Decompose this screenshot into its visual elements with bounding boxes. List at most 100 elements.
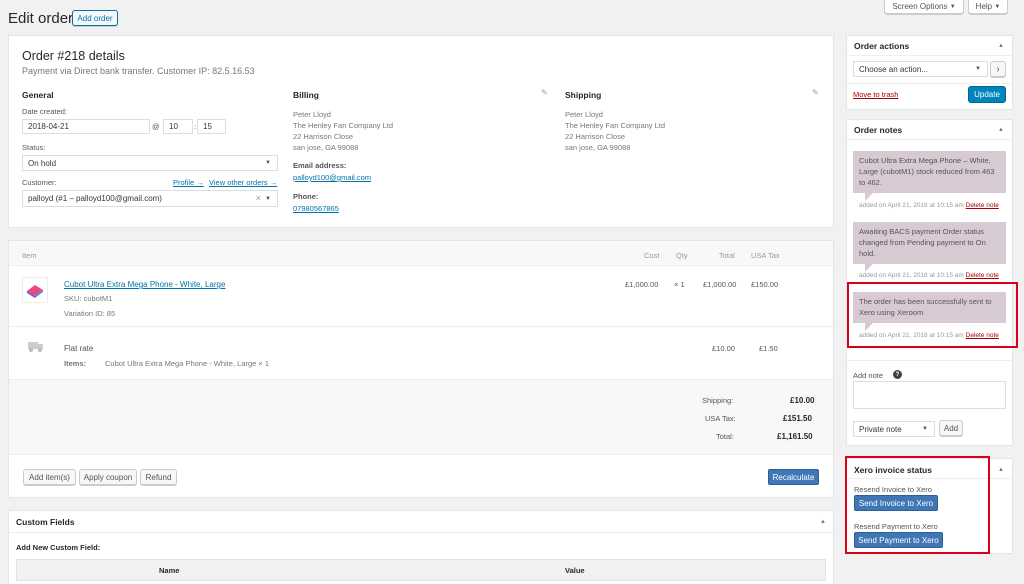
- note-tail: [865, 264, 873, 272]
- status-select[interactable]: On hold ▼: [22, 155, 278, 171]
- shipping-line: The Henley Fan Company Ltd: [565, 121, 666, 130]
- add-note-button[interactable]: Add: [939, 420, 963, 436]
- col-cost: Cost: [644, 251, 660, 260]
- custom-fields-table-header: [16, 559, 826, 581]
- edit-billing-pencil-icon[interactable]: ✎: [541, 88, 548, 97]
- add-items-button[interactable]: Add item(s): [23, 469, 76, 485]
- add-note-label: Add note: [853, 371, 884, 380]
- product-thumbnail[interactable]: [22, 277, 48, 303]
- apply-action-button[interactable]: ›: [990, 61, 1006, 77]
- minute-input[interactable]: 15: [197, 119, 226, 134]
- product-variation: Variation ID: 85: [64, 309, 116, 318]
- product-qty: × 1: [674, 280, 685, 289]
- billing-line: The Henley Fan Company Ltd: [293, 121, 394, 130]
- col-name: Name: [159, 566, 180, 575]
- totals-total-value: £1,161.50: [777, 432, 813, 441]
- minute-value: 15: [203, 122, 212, 131]
- status-label: Status:: [22, 143, 46, 152]
- date-created-input[interactable]: 2018-04-21: [22, 119, 150, 134]
- add-custom-field-label: Add New Custom Field:: [16, 543, 101, 552]
- product-cost: £1,000.00: [625, 280, 659, 289]
- move-to-trash-link[interactable]: Move to trash: [853, 90, 898, 99]
- shipping-method-name: Flat rate: [64, 344, 94, 353]
- add-order-button[interactable]: Add order: [72, 10, 118, 26]
- order-note: Awaiting BACS payment Order status chang…: [853, 222, 1006, 264]
- truck-icon: [28, 341, 44, 352]
- totals-shipping-value: £10.00: [790, 396, 815, 405]
- caret-down-icon: ▼: [265, 195, 271, 202]
- panel-divider: [9, 532, 833, 533]
- delete-note-link[interactable]: Delete note: [966, 272, 999, 279]
- panel-divider: [847, 139, 1012, 140]
- order-action-value: Choose an action...: [859, 64, 928, 74]
- edit-shipping-pencil-icon[interactable]: ✎: [812, 88, 819, 97]
- note-tail: [865, 193, 873, 201]
- refund-button[interactable]: Refund: [140, 469, 177, 485]
- caret-down-icon: ▼: [975, 66, 981, 72]
- date-created-label: Date created:: [22, 107, 68, 116]
- order-note: Cubot Ultra Extra Mega Phone – White, La…: [853, 151, 1006, 193]
- caret-down-icon: ▼: [922, 426, 928, 432]
- order-subtitle: Payment via Direct bank transfer. Custom…: [22, 66, 255, 76]
- order-action-select[interactable]: Choose an action... ▼: [853, 61, 988, 77]
- product-sku: SKU: cubotM1: [64, 294, 113, 303]
- billing-line: san jose, GA 99088: [293, 143, 359, 152]
- panel-divider: [847, 83, 1012, 84]
- collapse-arrow-icon[interactable]: ▲: [998, 127, 1004, 133]
- billing-phone-link[interactable]: 07980567865: [293, 204, 339, 213]
- shipping-line-total: £10.00: [712, 344, 735, 353]
- product-tax: £150.00: [751, 280, 779, 289]
- caret-down-icon: ▼: [265, 160, 271, 166]
- profile-link[interactable]: Profile →: [173, 178, 204, 187]
- totals-tax-label: USA Tax:: [705, 414, 736, 423]
- product-name-link[interactable]: Cubot Ultra Extra Mega Phone - White, La…: [64, 280, 225, 289]
- collapse-arrow-icon[interactable]: ▲: [998, 467, 1004, 473]
- billing-line: Peter Lloyd: [293, 110, 331, 119]
- note-meta: added on April 21, 2018 at 10:15 am Dele…: [859, 202, 999, 209]
- shipping-heading: Shipping: [565, 90, 602, 100]
- hour-input[interactable]: 10: [163, 119, 193, 134]
- totals-tax-value: £151.50: [783, 414, 812, 423]
- billing-heading: Billing: [293, 90, 319, 100]
- order-notes-title: Order notes: [854, 125, 903, 135]
- shipping-line: Peter Lloyd: [565, 110, 603, 119]
- items-header-row: [9, 241, 833, 266]
- screen-options-label: Screen Options: [892, 2, 948, 11]
- customer-select[interactable]: palloyd (#1 – palloyd100@gmail.com) × ▼: [22, 190, 278, 207]
- add-note-textarea[interactable]: [853, 381, 1006, 409]
- recalculate-button[interactable]: Recalculate: [768, 469, 819, 485]
- clear-icon[interactable]: ×: [256, 193, 261, 203]
- view-other-orders-link[interactable]: View other orders →: [209, 178, 277, 187]
- col-total: Total: [719, 251, 735, 260]
- collapse-arrow-icon[interactable]: ▲: [820, 519, 826, 525]
- col-qty: Qty: [676, 251, 688, 260]
- col-tax: USA Tax: [751, 251, 780, 260]
- panel-divider: [847, 360, 1012, 361]
- time-colon: :: [194, 122, 197, 131]
- phone-label: Phone:: [293, 192, 319, 201]
- shipping-line-tax: £1.50: [759, 344, 778, 353]
- help-button[interactable]: Help ▼: [968, 0, 1008, 14]
- product-total: £1,000.00: [703, 280, 737, 289]
- date-value: 2018-04-21: [28, 122, 69, 131]
- help-tip-icon[interactable]: ?: [893, 370, 902, 379]
- shipping-items-value: Cubot Ultra Extra Mega Phone - White, La…: [105, 359, 270, 368]
- note-date: added on April 21, 2018 at 10:15 am: [859, 202, 964, 209]
- collapse-arrow-icon[interactable]: ▲: [998, 43, 1004, 49]
- totals-shipping-label: Shipping:: [702, 396, 734, 405]
- billing-line: 22 Harrison Close: [293, 132, 354, 141]
- update-button[interactable]: Update: [968, 86, 1006, 103]
- shipping-line: san jose, GA 99088: [565, 143, 631, 152]
- customer-label: Customer:: [22, 178, 57, 187]
- panel-divider: [847, 55, 1012, 56]
- delete-note-link[interactable]: Delete note: [966, 202, 999, 209]
- billing-email-link[interactable]: palloyd100@gmail.com: [293, 173, 371, 182]
- items-divider: [9, 326, 833, 327]
- apply-coupon-button[interactable]: Apply coupon: [79, 469, 137, 485]
- customer-value: palloyd (#1 – palloyd100@gmail.com): [28, 194, 162, 203]
- note-type-select[interactable]: Private note ▼: [853, 421, 935, 437]
- order-actions-title: Order actions: [854, 41, 910, 51]
- screen-options-button[interactable]: Screen Options ▼: [884, 0, 964, 14]
- caret-down-icon: ▼: [949, 3, 956, 10]
- note-date: added on April 21, 2018 at 10:15 am: [859, 272, 964, 279]
